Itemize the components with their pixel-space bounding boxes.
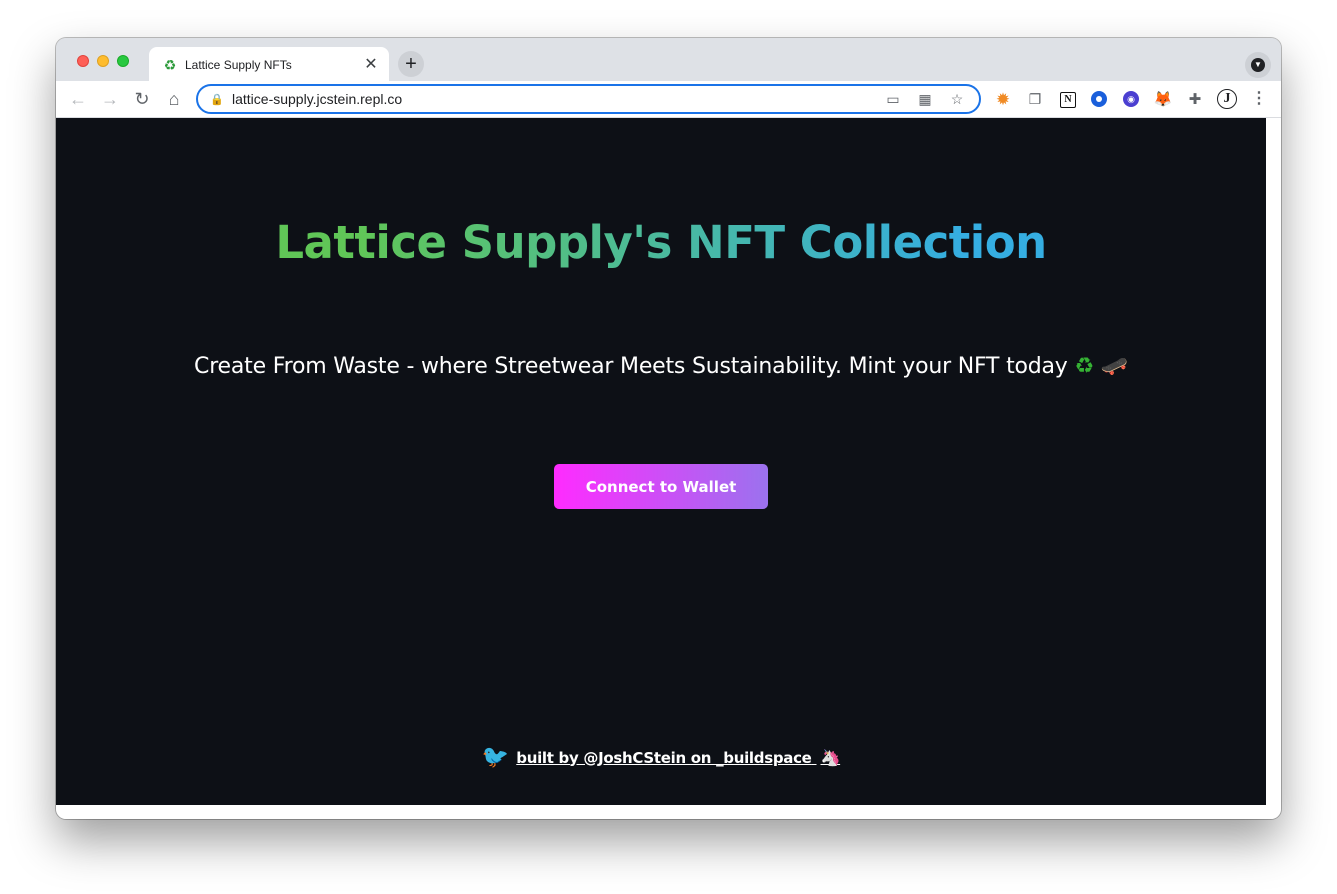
- reload-icon: ↻: [134, 89, 150, 109]
- new-tab-button[interactable]: +: [398, 51, 424, 77]
- skateboard-icon: 🛹: [1100, 354, 1128, 379]
- recycle-icon: ♻: [163, 56, 177, 73]
- forward-button[interactable]: →: [97, 86, 123, 112]
- sun-extension-icon[interactable]: ✹: [993, 89, 1013, 109]
- tagline-text: Create From Waste - where Streetwear Mee…: [194, 354, 1068, 379]
- close-tab-icon[interactable]: ✕: [363, 56, 379, 73]
- recycle-icon: ♻: [1074, 354, 1094, 379]
- minimize-window-button[interactable]: [97, 55, 109, 67]
- metamask-fox-icon[interactable]: 🦊: [1153, 89, 1173, 109]
- connect-wallet-button[interactable]: Connect to Wallet: [554, 464, 768, 509]
- arrow-left-icon: ←: [69, 89, 87, 109]
- page-viewport: Lattice Supply's NFT Collection Create F…: [56, 118, 1266, 805]
- home-button[interactable]: ⌂: [161, 86, 187, 112]
- page-title: Lattice Supply's NFT Collection: [56, 214, 1266, 272]
- tabs-extension-icon[interactable]: ❐: [1025, 89, 1045, 109]
- back-button[interactable]: ←: [65, 86, 91, 112]
- chevron-down-icon: ▼: [1251, 58, 1265, 72]
- twitter-bird-icon: 🐦: [481, 744, 510, 769]
- home-icon: ⌂: [168, 89, 180, 109]
- purple-extension-glyph: ◉: [1123, 91, 1139, 107]
- cast-icon[interactable]: ▭: [883, 92, 903, 106]
- unicorn-icon: 🦄: [820, 747, 841, 767]
- purple-circle-extension-icon[interactable]: ◉: [1121, 89, 1141, 109]
- browser-window: ♻ Lattice Supply NFTs ✕ + ▼ ← → ↻ ⌂ 🔒 la…: [56, 38, 1281, 819]
- reload-button[interactable]: ↻: [129, 86, 155, 112]
- footer: 🐦 built by @JoshCStein on _buildspace 🦄: [56, 746, 1266, 768]
- plus-icon: +: [405, 53, 417, 75]
- tagline: Create From Waste - where Streetwear Mee…: [56, 352, 1266, 382]
- browser-toolbar: ← → ↻ ⌂ 🔒 lattice-supply.jcstein.repl.co…: [56, 81, 1281, 118]
- browser-menu-icon[interactable]: ⋮: [1249, 89, 1269, 109]
- bookmark-star-icon[interactable]: ☆: [947, 92, 967, 106]
- tab-title: Lattice Supply NFTs: [185, 57, 292, 72]
- extensions-puzzle-icon[interactable]: ✚: [1185, 89, 1205, 109]
- maximize-window-button[interactable]: [117, 55, 129, 67]
- profile-initial: J: [1217, 89, 1237, 109]
- footer-link-text: built by @JoshCStein on _buildspace: [516, 748, 812, 767]
- tab-strip: ♻ Lattice Supply NFTs ✕ + ▼: [56, 38, 1281, 82]
- arrow-right-icon: →: [101, 89, 119, 109]
- notion-extension-icon[interactable]: N: [1060, 92, 1076, 108]
- tab-search-button[interactable]: ▼: [1245, 52, 1271, 78]
- qr-code-icon[interactable]: ▦: [915, 92, 935, 106]
- twitter-credit-link[interactable]: built by @JoshCStein on _buildspace 🦄: [516, 748, 840, 767]
- address-bar[interactable]: 🔒 lattice-supply.jcstein.repl.co ▭ ▦ ☆: [196, 84, 981, 114]
- page-scrollbar[interactable]: [1266, 118, 1281, 819]
- blue-circle-extension-icon[interactable]: [1089, 89, 1109, 109]
- close-window-button[interactable]: [77, 55, 89, 67]
- tab-lattice-supply[interactable]: ♻ Lattice Supply NFTs ✕: [149, 47, 389, 82]
- url-text[interactable]: lattice-supply.jcstein.repl.co: [232, 91, 883, 107]
- window-bottom-edge: [56, 805, 1266, 819]
- profile-avatar[interactable]: J: [1217, 89, 1237, 109]
- lock-icon[interactable]: 🔒: [210, 93, 224, 106]
